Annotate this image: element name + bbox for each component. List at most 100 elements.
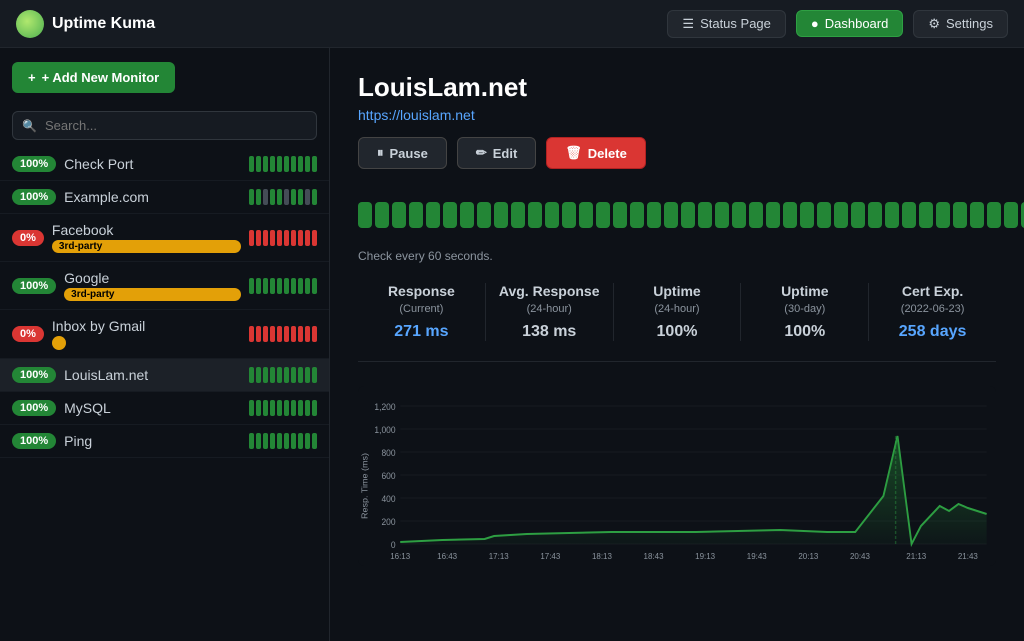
monitor-name: Check Port: [64, 156, 241, 172]
mini-bars: [249, 230, 317, 246]
monitor-url[interactable]: https://louislam.net: [358, 107, 996, 123]
status-pill: [817, 202, 831, 228]
svg-text:20:13: 20:13: [798, 552, 818, 561]
stat-value: 100%: [626, 323, 729, 341]
sidebar-header: + + Add New Monitor: [0, 48, 329, 103]
status-pill: [528, 202, 542, 228]
monitor-item-example-com[interactable]: 100%Example.com: [0, 181, 329, 214]
status-pill: [749, 202, 763, 228]
bar: [277, 189, 282, 205]
bar: [277, 156, 282, 172]
stat-item: Cert Exp. (2022-06-23) 258 days: [869, 283, 996, 341]
status-pill: [834, 202, 848, 228]
stat-item: Uptime (30-day) 100%: [741, 283, 869, 341]
status-badge: 100%: [12, 367, 56, 383]
delete-button[interactable]: 🗑 Delete: [546, 137, 646, 169]
monitor-name-wrap: Inbox by Gmail: [52, 318, 241, 350]
stat-label: Uptime: [753, 283, 856, 299]
stat-sub: (2022-06-23): [881, 303, 984, 315]
status-pills: [358, 202, 1024, 228]
monitor-title: LouisLam.net: [358, 72, 996, 103]
svg-text:400: 400: [381, 494, 395, 504]
bar: [263, 230, 268, 246]
monitor-item-check-port[interactable]: 100%Check Port: [0, 148, 329, 181]
status-pill: [868, 202, 882, 228]
bar: [298, 230, 303, 246]
add-monitor-button[interactable]: + + Add New Monitor: [12, 62, 175, 93]
status-pill: [902, 202, 916, 228]
bar: [249, 433, 254, 449]
stat-label: Cert Exp.: [881, 283, 984, 299]
bar: [270, 156, 275, 172]
status-pill: [732, 202, 746, 228]
bar: [291, 278, 296, 294]
svg-text:16:13: 16:13: [390, 552, 410, 561]
pause-button[interactable]: ⏸ Pause: [358, 137, 447, 169]
monitor-list: 100%Check Port100%Example.com0%Facebook3…: [0, 148, 329, 641]
monitor-name: Google: [64, 270, 241, 286]
status-pill: [970, 202, 984, 228]
bar: [256, 189, 261, 205]
settings-button[interactable]: ⚙ Settings: [913, 10, 1008, 38]
stat-sub: (24-hour): [626, 303, 729, 315]
monitor-item-mysql[interactable]: 100%MySQL: [0, 392, 329, 425]
plus-icon: +: [28, 70, 36, 85]
status-pill: [851, 202, 865, 228]
monitor-item-inbox-by-gmail[interactable]: 0% Inbox by Gmail: [0, 310, 329, 359]
bar: [312, 326, 317, 342]
monitor-item-ping[interactable]: 100%Ping: [0, 425, 329, 458]
bar: [249, 230, 254, 246]
bar: [277, 278, 282, 294]
bar: [305, 367, 310, 383]
svg-text:21:43: 21:43: [958, 552, 978, 561]
status-pill: [426, 202, 440, 228]
status-page-button[interactable]: ☰ Status Page: [667, 10, 785, 38]
bar: [284, 400, 289, 416]
mini-bars: [249, 278, 317, 294]
monitor-item-facebook[interactable]: 0%Facebook3rd-party: [0, 214, 329, 262]
bar: [256, 433, 261, 449]
svg-text:20:43: 20:43: [850, 552, 870, 561]
status-pill: [664, 202, 678, 228]
search-input[interactable]: [12, 111, 317, 140]
chart-container: Resp. Time (ms) 1,200 1,000 800 600 400 …: [358, 386, 996, 566]
bar: [277, 230, 282, 246]
stat-value: 100%: [753, 323, 856, 341]
dashboard-icon: ●: [811, 16, 819, 31]
status-badge: 0%: [12, 326, 44, 342]
third-party-tag: 3rd-party: [64, 288, 241, 301]
status-pill: [698, 202, 712, 228]
bar: [284, 367, 289, 383]
dashboard-button[interactable]: ● Dashboard: [796, 10, 903, 37]
stat-value: 138 ms: [498, 323, 601, 341]
monitor-item-louislam-net[interactable]: 100%LouisLam.net: [0, 359, 329, 392]
mini-bars: [249, 189, 317, 205]
stat-item: Response (Current) 271 ms: [358, 283, 486, 341]
bar: [298, 433, 303, 449]
monitor-name-wrap: Check Port: [64, 156, 241, 172]
content-area: LouisLam.net https://louislam.net ⏸ Paus…: [330, 48, 1024, 641]
search-icon: 🔍: [22, 119, 37, 133]
mini-bars: [249, 433, 317, 449]
monitor-item-google[interactable]: 100%Google3rd-party: [0, 262, 329, 310]
bar: [305, 433, 310, 449]
monitor-name-wrap: Google 3rd-party: [64, 270, 241, 301]
svg-text:600: 600: [381, 471, 395, 481]
stat-item: Uptime (24-hour) 100%: [614, 283, 742, 341]
monitor-name: Facebook: [52, 222, 241, 238]
bar: [256, 230, 261, 246]
monitor-name-wrap: Facebook3rd-party: [52, 222, 241, 253]
svg-text:18:43: 18:43: [644, 552, 664, 561]
monitor-name: Example.com: [64, 189, 241, 205]
stat-label: Response: [370, 283, 473, 299]
bar: [298, 278, 303, 294]
bar: [298, 326, 303, 342]
status-pill: [953, 202, 967, 228]
svg-text:800: 800: [381, 448, 395, 458]
bar: [284, 278, 289, 294]
bar: [284, 156, 289, 172]
stat-sub: (24-hour): [498, 303, 601, 315]
edit-button[interactable]: ✏ Edit: [457, 137, 536, 169]
bar: [263, 367, 268, 383]
status-pill: [562, 202, 576, 228]
